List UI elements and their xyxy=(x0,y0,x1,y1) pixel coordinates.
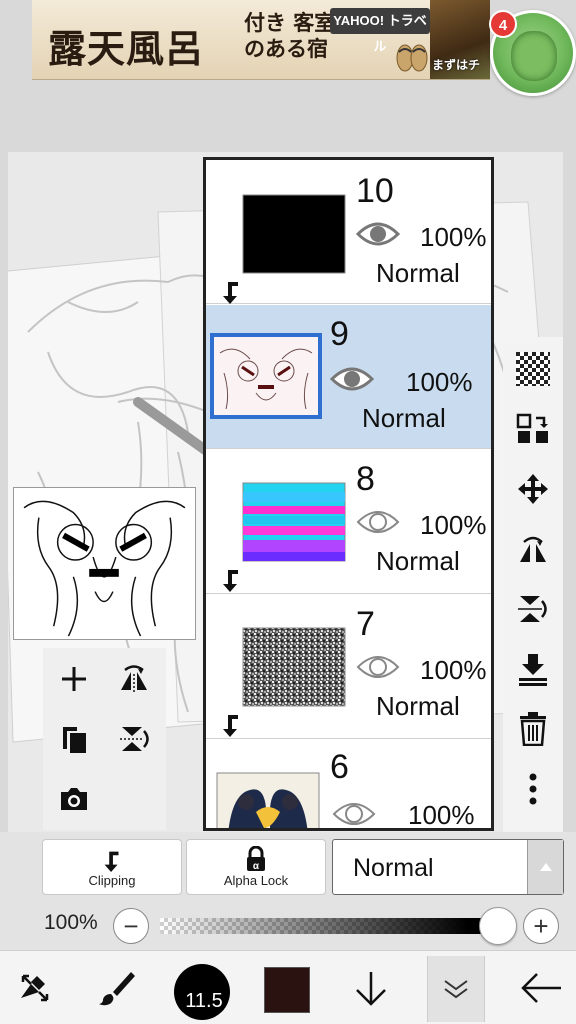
brush-icon xyxy=(99,972,135,1006)
blend-mode-select[interactable]: Normal xyxy=(332,839,564,895)
copy-icon xyxy=(63,727,86,753)
transparency-button[interactable] xyxy=(511,347,555,391)
clipping-button[interactable]: Clipping xyxy=(42,839,182,895)
right-toolbar xyxy=(503,337,563,832)
layer-number: 7 xyxy=(356,605,375,643)
layer-thumbnail xyxy=(242,627,346,707)
alpha-lock-button[interactable]: α Alpha Lock xyxy=(186,839,326,895)
eye-outline-icon[interactable] xyxy=(356,653,400,681)
layer-down-button[interactable] xyxy=(336,951,406,1024)
layers-panel[interactable]: 10 100% Normal 9 100% Normal 8 100% Norm… xyxy=(203,157,494,831)
sandal-icon xyxy=(396,44,428,72)
eye-outline-icon[interactable] xyxy=(332,800,376,828)
layer-row[interactable]: 7 100% Normal xyxy=(206,595,491,739)
reference-preview xyxy=(13,487,196,640)
notification-badge: 4 xyxy=(489,10,517,38)
opacity-increase-button[interactable]: + xyxy=(523,908,559,944)
layer-opacity: 100% xyxy=(420,510,487,540)
layer-opacity: 100% xyxy=(408,800,475,830)
layer-opacity: 100% xyxy=(420,222,487,252)
opacity-slider-knob[interactable] xyxy=(479,907,517,945)
flip-vertical-button[interactable] xyxy=(105,710,163,768)
layer-blend-mode: Normal xyxy=(376,546,460,576)
opacity-slider[interactable] xyxy=(160,918,494,934)
more-vertical-icon xyxy=(529,773,537,805)
flip-vertical-icon xyxy=(518,596,547,622)
eye-icon[interactable] xyxy=(330,365,374,393)
layer-blend-mode: Normal xyxy=(362,403,446,433)
flip-horizontal-button[interactable] xyxy=(105,650,163,708)
svg-text:α: α xyxy=(253,861,260,872)
layer-move-button[interactable] xyxy=(511,407,555,451)
add-layer-button[interactable] xyxy=(45,650,103,708)
dropdown-arrow-icon xyxy=(527,840,563,894)
flip-horizontal-button[interactable] xyxy=(511,527,555,571)
layer-number: 9 xyxy=(330,315,349,353)
layer-number: 8 xyxy=(356,460,375,498)
arrow-down-icon xyxy=(356,972,386,1006)
collapse-panel-button[interactable] xyxy=(427,956,485,1022)
alpha-lock-label: Alpha Lock xyxy=(223,873,289,888)
ad-cta: まずはチ xyxy=(432,58,481,72)
more-options-button[interactable] xyxy=(511,767,555,811)
eye-outline-icon[interactable] xyxy=(356,508,400,536)
flip-horizontal-icon xyxy=(121,665,147,692)
opacity-row: 100% − + xyxy=(0,902,576,950)
swap-layers-icon xyxy=(516,413,548,443)
layer-thumbnail xyxy=(242,194,346,274)
clip-arrow-icon xyxy=(223,711,238,737)
lock-icon: α xyxy=(247,846,265,872)
layer-number: 6 xyxy=(330,748,349,786)
camera-button[interactable] xyxy=(45,770,103,828)
camera-icon xyxy=(61,788,87,810)
merge-down-icon xyxy=(519,654,547,686)
clipping-label: Clipping xyxy=(88,873,136,888)
opacity-value: 100% xyxy=(44,911,98,934)
layer-tools xyxy=(43,648,166,830)
double-chevron-down-icon xyxy=(444,980,468,999)
duplicate-layer-button[interactable] xyxy=(45,710,103,768)
move-button[interactable] xyxy=(511,467,555,511)
ad-headline: 露天風呂 xyxy=(48,26,205,71)
layer-thumbnail xyxy=(210,333,322,419)
flip-vertical-icon xyxy=(120,727,149,751)
transform-tool-button[interactable] xyxy=(0,951,70,1024)
opacity-decrease-button[interactable]: − xyxy=(113,908,149,944)
layer-number: 10 xyxy=(356,172,394,210)
layer-blend-mode: Normal xyxy=(376,258,460,288)
trash-icon xyxy=(520,712,546,746)
clip-arrow-icon xyxy=(223,278,238,304)
checkerboard-icon xyxy=(516,352,550,386)
flip-horizontal-icon xyxy=(520,536,546,562)
layer-thumbnail xyxy=(216,772,320,828)
eye-icon[interactable] xyxy=(356,220,400,248)
plus-icon xyxy=(62,667,86,691)
clip-arrow-icon xyxy=(223,566,238,592)
ad-banner[interactable]: 露天風呂 付き 客室のある宿 YAHOO! トラベル まずはチ xyxy=(32,0,490,80)
delete-layer-button[interactable] xyxy=(511,707,555,751)
layer-row-selected[interactable]: 9 100% Normal xyxy=(206,305,491,449)
ad-brand: YAHOO! トラベル xyxy=(330,8,430,54)
color-swatch[interactable] xyxy=(264,967,310,1013)
back-button[interactable] xyxy=(506,951,576,1024)
move-icon xyxy=(518,474,548,504)
merge-down-button[interactable] xyxy=(511,647,555,691)
blend-mode-value: Normal xyxy=(353,854,434,882)
transform-icon xyxy=(21,974,49,1002)
layer-opacity: 100% xyxy=(406,367,473,397)
clip-arrow-icon xyxy=(104,847,119,872)
layer-thumbnail xyxy=(242,482,346,562)
avatar-face xyxy=(511,31,557,81)
layer-row[interactable]: 10 100% Normal xyxy=(206,160,491,304)
arrow-left-icon xyxy=(521,973,561,1003)
layer-blend-mode: Normal xyxy=(376,691,460,721)
layer-controls: Clipping α Alpha Lock Normal xyxy=(0,832,576,902)
brush-tool-button[interactable] xyxy=(82,951,152,1024)
layer-row[interactable]: 8 100% Normal xyxy=(206,450,491,594)
brush-size-value: 11.5 xyxy=(185,990,223,1012)
flip-vertical-button[interactable] xyxy=(511,587,555,631)
layer-row[interactable]: 6 100% xyxy=(206,740,491,830)
layer-opacity: 100% xyxy=(420,655,487,685)
